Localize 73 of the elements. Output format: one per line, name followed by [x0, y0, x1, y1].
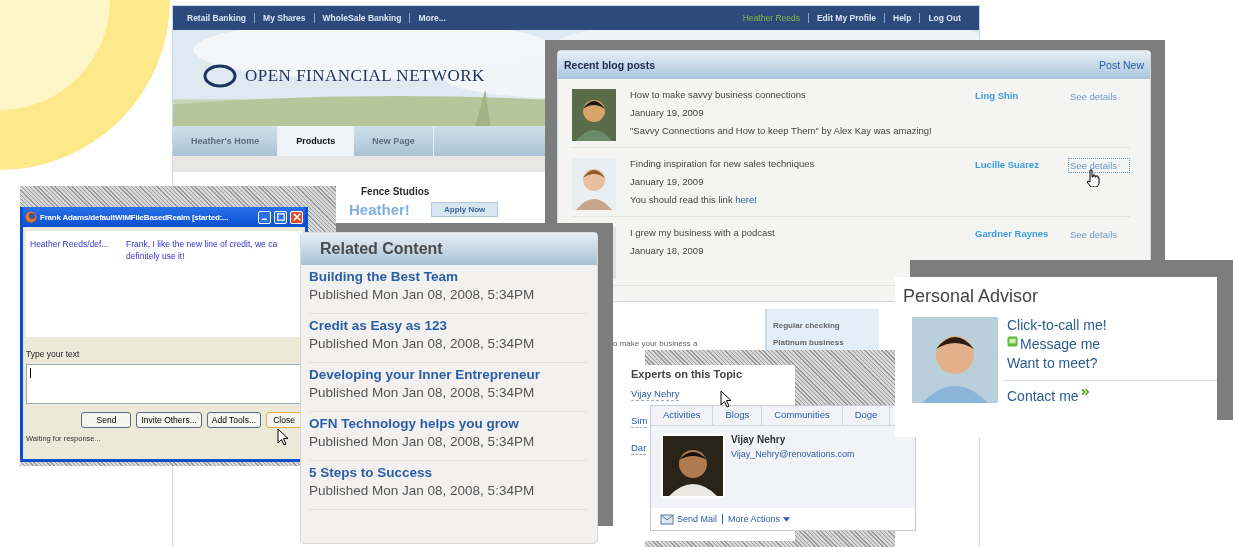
- message-text: definitely use it!: [126, 251, 186, 261]
- body-text: o make your business a: [613, 339, 698, 348]
- post-date: January 18, 2009: [630, 245, 705, 256]
- close-button[interactable]: [290, 210, 303, 224]
- email-link[interactable]: Vijay_Nehry@renovations.com: [731, 449, 855, 459]
- nav-link[interactable]: My Shares: [254, 13, 314, 23]
- chat-button[interactable]: Close: [266, 412, 302, 428]
- article-link[interactable]: 5 Steps to Success: [309, 465, 587, 480]
- mail-icon: [660, 513, 674, 525]
- publish-date: Published Mon Jan 08, 2008, 5:34PM: [309, 287, 536, 302]
- post-excerpt: You should read this link here!: [630, 194, 758, 205]
- article-link[interactable]: Building the Best Team: [309, 269, 587, 284]
- expert-link[interactable]: Dar: [631, 442, 647, 455]
- text-link[interactable]: here!: [735, 194, 757, 205]
- nav-link[interactable]: Help: [884, 13, 920, 23]
- publish-date: Published Mon Jan 08, 2008, 5:34PM: [309, 434, 536, 449]
- post-date: January 19, 2009: [630, 176, 705, 187]
- nav-tab[interactable]: Products: [278, 126, 355, 156]
- chat-button[interactable]: Send: [81, 412, 132, 428]
- send-mail-link[interactable]: Send Mail: [655, 513, 723, 525]
- maximize-button[interactable]: [274, 210, 287, 224]
- card-tab[interactable]: Activities: [651, 406, 714, 425]
- card-tab[interactable]: Doge: [842, 406, 891, 425]
- post-excerpt: "Savvy Connections and How to keep Them" by Alex Kay was amazing!: [630, 125, 933, 136]
- nav-link[interactable]: Retail Banking: [179, 13, 255, 23]
- panel-title: Personal Advisor: [902, 285, 1040, 307]
- input-label: Type your text: [26, 349, 81, 359]
- panel-title: Experts on this Topic: [631, 368, 744, 380]
- publish-date: Published Mon Jan 08, 2008, 5:34PM: [309, 385, 536, 400]
- nav-link[interactable]: Log Out: [919, 13, 969, 23]
- publish-date: Published Mon Jan 08, 2008, 5:34PM: [309, 483, 536, 498]
- product-link[interactable]: Platinum business: [773, 338, 873, 347]
- product-link[interactable]: Regular checking: [773, 321, 873, 330]
- article-link[interactable]: Developing your Inner Entrepreneur: [309, 367, 587, 382]
- post-title[interactable]: I grew my business with a podcast: [630, 227, 975, 238]
- post-title[interactable]: Finding inspiration for new sales techniques: [630, 158, 975, 169]
- advisor-link[interactable]: Click-to-call me!: [1007, 317, 1217, 333]
- message-sender: Heather Reeds/def...: [30, 239, 110, 251]
- publish-date: Published Mon Jan 08, 2008, 5:34PM: [309, 336, 536, 351]
- nav-link[interactable]: WholeSale Banking: [313, 13, 410, 23]
- arrow-cursor-icon: [277, 428, 289, 446]
- minimize-button[interactable]: [258, 210, 271, 224]
- contact-me-link[interactable]: Contact me: [1007, 388, 1217, 404]
- greeting-text: Heather!: [349, 201, 410, 218]
- close-icon: [292, 213, 301, 221]
- nav-link[interactable]: More...: [409, 13, 454, 23]
- more-actions-menu[interactable]: More Actions: [722, 514, 796, 524]
- double-chevron-icon: [1080, 388, 1090, 396]
- message-input[interactable]: [26, 364, 302, 404]
- message-icon: [1007, 336, 1018, 347]
- apply-now-button[interactable]: Apply Now: [431, 202, 499, 217]
- message-text: Frank, I like the new line of credit, we ca: [126, 239, 278, 249]
- panel-title: Related Content: [320, 240, 443, 258]
- article-heading: Fence Studios: [361, 186, 430, 197]
- window-title: Frank Adams/defaultWIMFileBasedRealm [started:...: [40, 212, 230, 222]
- expert-link[interactable]: Sim: [631, 415, 648, 428]
- person-name: Vijay Nehry: [731, 434, 787, 445]
- nav-link[interactable]: Heather Reeds: [734, 13, 808, 23]
- nav-link[interactable]: Edit My Profile: [807, 13, 884, 23]
- maximize-icon: [276, 213, 285, 221]
- chat-button[interactable]: Add Tools...: [206, 412, 261, 428]
- caret-icon: [783, 516, 791, 522]
- browser-globe-icon: [25, 211, 37, 223]
- article-link[interactable]: OFN Technology helps you grow: [309, 416, 587, 431]
- hand-cursor-icon: [1086, 169, 1100, 187]
- advisor-link[interactable]: Want to meet?: [1007, 355, 1217, 371]
- post-new-link[interactable]: Post New: [1099, 59, 1144, 71]
- advisor-link[interactable]: Message me: [1007, 336, 1217, 352]
- chat-button[interactable]: Invite Others...: [136, 412, 202, 428]
- card-tab[interactable]: Communities: [762, 406, 843, 425]
- arrow-cursor-icon: [720, 390, 732, 408]
- article-link[interactable]: Credit as Easy as 123: [309, 318, 587, 333]
- expert-link[interactable]: Vijay Nehry: [631, 388, 680, 401]
